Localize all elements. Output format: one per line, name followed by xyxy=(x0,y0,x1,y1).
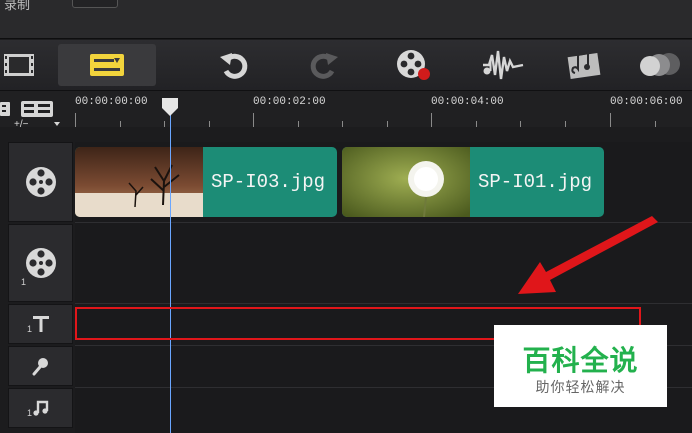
clip-name: SP-I03.jpg xyxy=(211,171,326,193)
title-track-header[interactable]: 1 xyxy=(8,304,73,344)
ruler-tick xyxy=(164,121,165,127)
ruler-tick xyxy=(565,121,566,127)
annotation-arrow-icon xyxy=(518,216,658,294)
music-note-icon xyxy=(32,400,48,416)
ruler-tick xyxy=(342,121,343,127)
timeline-toolbar xyxy=(0,40,692,91)
clip-thumbnail xyxy=(342,147,470,217)
redo-icon xyxy=(310,53,338,79)
watermark: 百科全说 助你轻松解决 xyxy=(494,325,667,407)
timeline-view-button[interactable] xyxy=(58,44,156,86)
sound-mixer-icon xyxy=(483,50,524,80)
ruler-tick xyxy=(387,121,388,127)
track-manager-icon[interactable] xyxy=(0,101,12,117)
ruler-tick xyxy=(120,121,121,127)
chapter-point-icon[interactable] xyxy=(20,100,54,118)
timecode-label: 00:00:04:00 xyxy=(431,96,504,108)
video-clip[interactable]: SP-I01.jpg xyxy=(342,147,604,217)
timecode-label: 00:00:00:00 xyxy=(75,96,148,108)
auto-music-button[interactable] xyxy=(560,44,610,86)
video-track-header[interactable] xyxy=(8,142,73,222)
ruler-tick xyxy=(610,113,611,127)
music-track-index: 1 xyxy=(27,408,33,418)
zoom-control[interactable]: +/− xyxy=(14,119,66,129)
timeline-view-icon xyxy=(90,54,124,76)
ruler-tick xyxy=(75,113,76,127)
microphone-icon xyxy=(32,358,48,376)
video-reel-icon xyxy=(25,167,56,197)
overlay-track-header[interactable]: 1 xyxy=(8,224,73,302)
watermark-title: 百科全说 xyxy=(522,345,639,376)
auto-music-icon xyxy=(567,51,601,79)
ruler-tick xyxy=(520,121,521,127)
undo-icon xyxy=(220,53,248,79)
ruler-tick xyxy=(209,121,210,127)
clip-thumbnail xyxy=(75,147,203,217)
ruler-tick xyxy=(253,113,254,127)
title-track-index: 1 xyxy=(27,324,33,334)
playhead-line xyxy=(170,112,171,433)
record-capture-icon xyxy=(397,50,430,80)
video-clip[interactable]: SP-I03.jpg xyxy=(75,147,337,217)
undo-button[interactable] xyxy=(212,44,256,86)
ruler-tick xyxy=(476,121,477,127)
storyboard-view-button[interactable] xyxy=(0,44,40,86)
sound-mixer-button[interactable] xyxy=(478,44,528,86)
ruler-tick xyxy=(655,121,656,127)
title-t-icon xyxy=(32,316,49,332)
voice-track-header[interactable] xyxy=(8,346,73,386)
more-button[interactable] xyxy=(636,44,686,86)
ruler-tick xyxy=(298,121,299,127)
timecode-label: 00:00:02:00 xyxy=(253,96,326,108)
top-dropdown[interactable] xyxy=(72,0,118,8)
track-manager-tools: +/− xyxy=(0,91,75,129)
ruler-tick xyxy=(431,113,432,127)
playhead-handle[interactable] xyxy=(160,96,180,118)
top-panel: 录制 xyxy=(0,0,692,39)
watermark-subtitle: 助你轻松解决 xyxy=(535,379,626,395)
overlay-reel-icon xyxy=(25,248,56,278)
clip-name: SP-I01.jpg xyxy=(478,171,593,193)
filmstrip-view-icon xyxy=(4,54,34,76)
overlay-track-index: 1 xyxy=(21,277,27,287)
svg-text:+/−: +/− xyxy=(14,119,29,129)
music-track-header[interactable]: 1 xyxy=(8,388,73,428)
record-capture-button[interactable] xyxy=(392,44,436,86)
record-label: 录制 xyxy=(4,0,31,12)
redo-button[interactable] xyxy=(302,44,346,86)
more-icon xyxy=(640,53,680,76)
timecode-label: 00:00:06:00 xyxy=(610,96,683,108)
